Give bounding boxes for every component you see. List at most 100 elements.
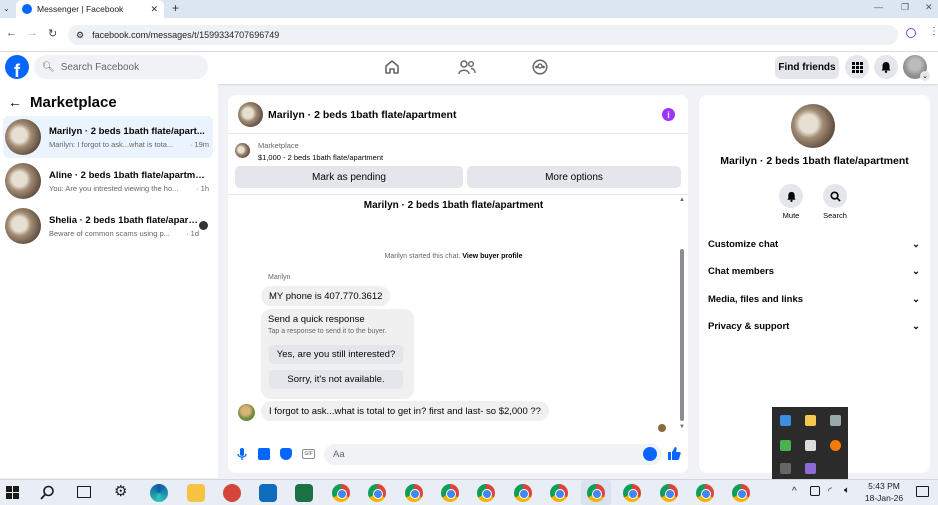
windows-start-icon[interactable] [6, 486, 19, 499]
tray-app-icon[interactable] [805, 440, 816, 451]
search-in-chat-icon[interactable] [823, 184, 847, 208]
search-icon: 🔍︎ [42, 61, 55, 73]
emoji-icon[interactable] [643, 447, 657, 461]
listing-thumbnail[interactable] [235, 143, 250, 158]
edge-browser-icon[interactable] [150, 484, 168, 502]
chrome-icon[interactable] [623, 484, 641, 502]
photo-icon[interactable] [258, 448, 270, 460]
chat-title[interactable]: Marilyn · 2 beds 1bath flate/apartment [268, 109, 456, 121]
section-label: Chat members [708, 266, 774, 277]
listing-source: Marketplace [258, 141, 299, 150]
tray-app-icon[interactable] [780, 463, 791, 474]
facebook-search-input[interactable]: 🔍︎ Search Facebook [34, 55, 208, 79]
clock-time[interactable]: 5:43 PM [860, 481, 908, 491]
scrollbar-thumb[interactable] [680, 249, 684, 421]
taskbar-app-icon[interactable] [223, 484, 241, 502]
chrome-icon[interactable] [660, 484, 678, 502]
account-chevron-icon[interactable]: ⌄ [920, 71, 930, 81]
chrome-icon[interactable] [405, 484, 423, 502]
site-info-icon[interactable]: ⚙ [76, 30, 84, 41]
chrome-icon[interactable] [368, 484, 386, 502]
customize-chat-section[interactable]: Customize chat ⌄ [708, 239, 920, 250]
sender-name: Marilyn [268, 274, 291, 281]
show-hidden-icons-chevron[interactable]: ^ [792, 486, 797, 497]
settings-gear-icon[interactable]: ⚙ [114, 484, 127, 500]
chrome-icon[interactable] [732, 484, 750, 502]
browser-tab-messenger[interactable]: Messenger | Facebook ✕ [16, 0, 164, 18]
back-arrow-icon[interactable]: ← [8, 94, 22, 110]
notification-center-icon[interactable] [916, 486, 929, 497]
find-friends-button[interactable]: Find friends [775, 56, 839, 79]
address-field[interactable]: ⚙ facebook.com/messages/t/15993347076967… [68, 25, 898, 45]
wifi-icon[interactable]: ◜ [828, 486, 832, 497]
chat-scrollbar[interactable]: ▲ ▼ [679, 197, 685, 430]
notifications-bell-icon[interactable] [874, 55, 898, 79]
clock-date[interactable]: 18-Jan-26 [860, 493, 908, 503]
like-thumb-icon[interactable] [667, 446, 681, 461]
chrome-icon[interactable] [696, 484, 714, 502]
chrome-icon[interactable] [332, 484, 350, 502]
outlook-icon[interactable] [259, 484, 277, 502]
close-window-icon[interactable]: ✕ [925, 2, 933, 13]
chat-members-section[interactable]: Chat members ⌄ [708, 266, 920, 277]
tray-app-icon[interactable] [830, 440, 841, 451]
conversation-item[interactable]: Shelia · 2 beds 1bath flate/apart... Bew… [3, 205, 213, 247]
excel-icon[interactable] [295, 484, 313, 502]
tray-app-icon[interactable] [830, 415, 841, 426]
conversation-item[interactable]: Aline · 2 beds 1bath flate/apartment You… [3, 160, 213, 202]
tray-app-icon[interactable] [780, 415, 791, 426]
close-tab-icon[interactable]: ✕ [150, 4, 158, 15]
chat-header-avatar[interactable] [238, 102, 263, 127]
microphone-icon[interactable] [236, 447, 248, 461]
media-files-links-section[interactable]: Media, files and links ⌄ [708, 294, 920, 305]
privacy-support-section[interactable]: Privacy & support ⌄ [708, 321, 920, 332]
seen-indicator-avatar [658, 424, 666, 432]
groups-icon[interactable] [532, 59, 548, 75]
speaker-icon[interactable]: 🔈︎ [844, 485, 850, 496]
file-explorer-icon[interactable] [187, 484, 205, 502]
reload-icon[interactable]: ↻ [48, 27, 57, 40]
tab-list-chevron-icon[interactable]: ⌄ [3, 4, 10, 13]
home-icon[interactable] [384, 59, 400, 75]
chrome-icon[interactable] [587, 484, 605, 502]
new-tab-plus-icon[interactable]: + [172, 1, 179, 15]
taskbar-search-icon[interactable] [40, 485, 55, 500]
details-avatar[interactable] [791, 104, 835, 148]
chrome-icon[interactable] [514, 484, 532, 502]
message-bubble: MY phone is 407.770.3612 [261, 286, 391, 306]
task-view-icon[interactable] [77, 486, 91, 498]
tray-app-icon[interactable] [805, 463, 816, 474]
more-options-button[interactable]: More options [467, 166, 681, 188]
quick-response-title: Send a quick response [268, 314, 365, 325]
facebook-logo-icon[interactable]: f [5, 55, 29, 79]
mark-as-pending-button[interactable]: Mark as pending [235, 166, 463, 188]
sender-avatar[interactable] [238, 404, 255, 421]
system-tray-overflow [772, 407, 848, 479]
minimize-icon[interactable]: — [874, 2, 883, 12]
message-composer-input[interactable]: Aa [324, 444, 662, 465]
chevron-down-icon: ⌄ [912, 266, 920, 277]
browser-tab-bar: ⌄ Messenger | Facebook ✕ + — ❐ ✕ [0, 0, 938, 18]
listing-price-title[interactable]: $1,000 - 2 beds 1bath flate/apartment [258, 153, 383, 162]
chrome-icon[interactable] [477, 484, 495, 502]
view-buyer-profile-link[interactable]: View buyer profile [462, 253, 522, 260]
tray-app-icon[interactable] [780, 440, 791, 451]
tray-app-icon[interactable] [805, 415, 816, 426]
quick-response-option[interactable]: Yes, are you still interested? [269, 345, 403, 364]
sticker-icon[interactable] [280, 448, 292, 460]
back-arrow-icon[interactable]: ← [6, 27, 17, 39]
menu-grid-icon[interactable] [845, 55, 869, 79]
info-icon[interactable]: i [662, 108, 675, 121]
conversation-item[interactable]: Marilyn · 2 beds 1bath flate/apart... Ma… [3, 116, 213, 158]
chrome-icon[interactable] [550, 484, 568, 502]
forward-arrow-icon[interactable]: → [27, 27, 38, 39]
browser-menu-icon[interactable]: ⋮ [929, 26, 938, 37]
chrome-icon[interactable] [441, 484, 459, 502]
friends-icon[interactable] [458, 59, 476, 75]
restore-icon[interactable]: ❐ [901, 2, 909, 13]
mute-bell-icon[interactable] [779, 184, 803, 208]
quick-response-option[interactable]: Sorry, it's not available. [269, 370, 403, 389]
gif-icon[interactable]: GIF [302, 449, 315, 459]
tray-icon[interactable] [810, 486, 820, 496]
profile-icon[interactable] [906, 28, 916, 38]
